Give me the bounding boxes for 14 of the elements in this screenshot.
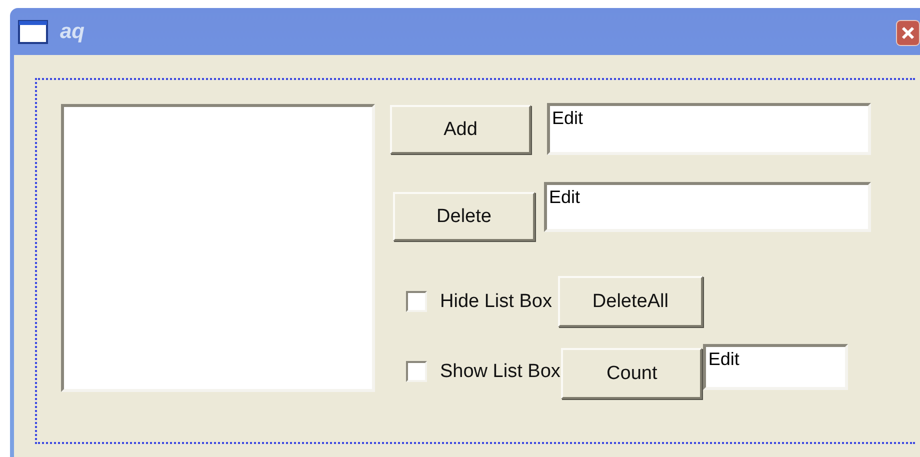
checkbox[interactable] <box>406 361 427 382</box>
push-button[interactable]: Count <box>561 348 702 399</box>
window-title: aq <box>60 20 85 44</box>
checkbox-label[interactable]: Show List Box <box>440 360 560 382</box>
close-icon[interactable] <box>896 20 920 46</box>
checkbox-label[interactable]: Hide List Box <box>440 290 552 312</box>
edit-field[interactable]: Edit <box>547 103 871 155</box>
edit-field[interactable]: Edit <box>703 344 848 390</box>
checkbox[interactable] <box>406 291 427 312</box>
push-button[interactable]: DeleteAll <box>558 276 703 327</box>
push-button[interactable]: Delete <box>393 192 535 241</box>
push-button[interactable]: Add <box>390 105 531 154</box>
window-icon <box>18 20 48 44</box>
edit-field[interactable]: Edit <box>544 182 871 232</box>
